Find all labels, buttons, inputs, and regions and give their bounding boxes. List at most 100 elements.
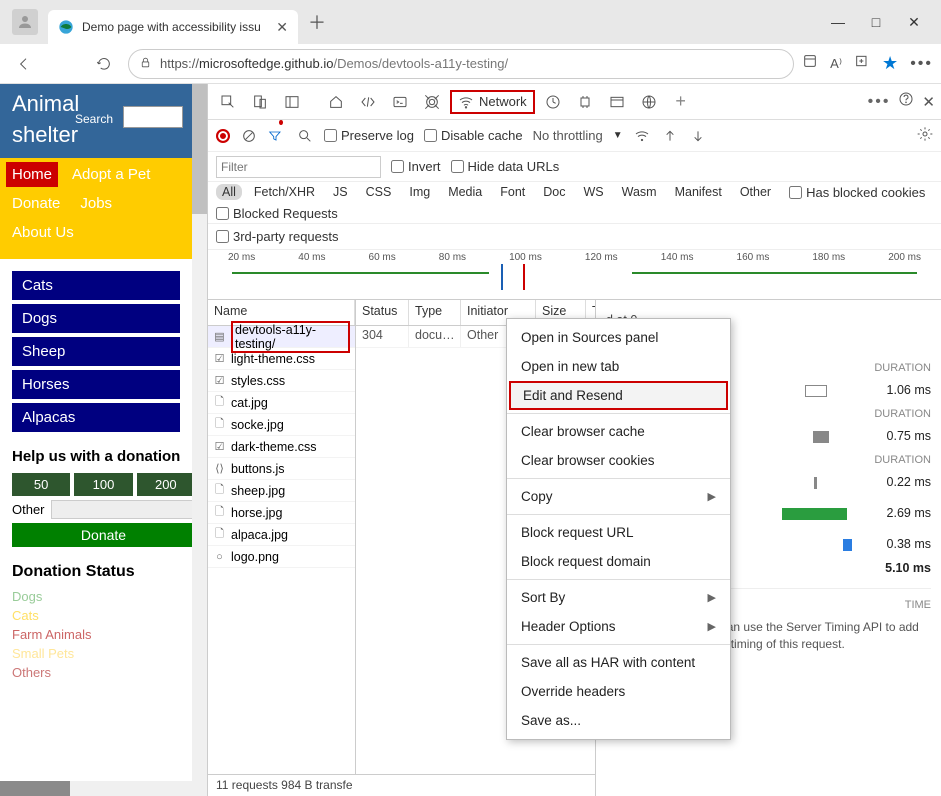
ctx-save-har[interactable]: Save all as HAR with content [507,648,730,677]
search-input[interactable] [123,106,183,128]
throttling-select[interactable]: No throttling [533,128,603,143]
type-js[interactable]: JS [327,184,354,200]
memory-tab-icon[interactable] [571,88,599,116]
nav-donate[interactable]: Donate [6,191,66,216]
clear-icon[interactable] [240,128,258,144]
ctx-header-options[interactable]: Header Options▶ [507,612,730,641]
close-icon[interactable]: ✕ [907,15,921,29]
network-timeline-overview[interactable]: 20 ms 40 ms 60 ms 80 ms 100 ms 120 ms 14… [208,250,941,300]
security-tab-icon[interactable] [635,88,663,116]
help-icon[interactable] [898,91,914,112]
side-horses[interactable]: Horses [12,370,180,399]
ctx-open-tab[interactable]: Open in new tab [507,352,730,381]
ctx-override-headers[interactable]: Override headers [507,677,730,706]
ctx-copy[interactable]: Copy▶ [507,482,730,511]
type-ws[interactable]: WS [577,184,609,200]
network-tab[interactable]: Network [450,90,535,114]
type-img[interactable]: Img [403,184,436,200]
blocked-cookies-checkbox[interactable]: Has blocked cookies [789,185,925,200]
amount-200[interactable]: 200 [137,473,195,496]
inspect-icon[interactable] [214,88,242,116]
ctx-save-as[interactable]: Save as... [507,706,730,735]
filter-input[interactable] [216,156,381,178]
export-icon[interactable] [689,128,707,144]
record-button[interactable] [216,129,230,143]
tab-close-icon[interactable]: ✕ [276,19,288,36]
more-tabs-icon[interactable]: + [667,88,695,116]
more-icon[interactable]: ••• [910,55,933,73]
elements-tab-icon[interactable] [354,88,382,116]
performance-tab-icon[interactable] [539,88,567,116]
read-aloud-icon[interactable]: A⁾ [830,56,842,72]
side-dogs[interactable]: Dogs [12,304,180,333]
devtools-close-icon[interactable]: ✕ [922,93,935,111]
invert-checkbox[interactable]: Invert [391,159,441,174]
network-conditions-icon[interactable] [633,128,651,144]
request-row[interactable]: 🗋cat.jpg [208,392,355,414]
minimize-icon[interactable]: — [831,15,845,29]
request-row[interactable]: ○logo.png [208,546,355,568]
request-row[interactable]: 🗋horse.jpg [208,502,355,524]
ctx-clear-cookies[interactable]: Clear browser cookies [507,446,730,475]
nav-jobs[interactable]: Jobs [74,191,118,216]
disable-cache-checkbox[interactable]: Disable cache [424,128,523,143]
type-font[interactable]: Font [494,184,531,200]
side-sheep[interactable]: Sheep [12,337,180,366]
filter-toggle-icon[interactable] [268,128,286,144]
page-horizontal-scrollbar[interactable] [0,781,192,796]
request-row[interactable]: 🗋socke.jpg [208,414,355,436]
side-cats[interactable]: Cats [12,271,180,300]
ctx-open-sources[interactable]: Open in Sources panel [507,323,730,352]
type-css[interactable]: CSS [360,184,398,200]
devtools-more-icon[interactable]: ••• [868,93,891,111]
col-type[interactable]: Type [409,300,461,325]
preserve-log-checkbox[interactable]: Preserve log [324,128,414,143]
new-tab-button[interactable]: ＋ [308,9,326,35]
dock-icon[interactable] [278,88,306,116]
sources-tab-icon[interactable] [418,88,446,116]
other-amount-input[interactable] [51,500,207,519]
import-icon[interactable] [661,128,679,144]
favorite-star-icon[interactable]: ★ [882,53,898,74]
throttling-caret-icon[interactable]: ▼ [613,130,623,141]
ctx-edit-resend[interactable]: Edit and Resend [509,381,728,410]
hide-data-urls-checkbox[interactable]: Hide data URLs [451,159,560,174]
donate-button[interactable]: Donate [12,523,195,547]
type-fetch[interactable]: Fetch/XHR [248,184,321,200]
application-tab-icon[interactable] [603,88,631,116]
type-wasm[interactable]: Wasm [616,184,663,200]
amount-100[interactable]: 100 [74,473,132,496]
browser-tab[interactable]: Demo page with accessibility issu ✕ [48,10,298,44]
request-row[interactable]: ▤ devtools-a11y-testing/ [208,326,355,348]
type-manifest[interactable]: Manifest [669,184,728,200]
profile-avatar[interactable] [12,9,38,35]
page-vertical-scrollbar[interactable] [192,84,207,796]
url-field[interactable]: https://microsoftedge.github.io/Demos/de… [128,49,794,79]
back-button[interactable] [8,48,40,80]
third-party-checkbox[interactable]: 3rd-party requests [216,229,339,244]
request-row[interactable]: 🗋alpaca.jpg [208,524,355,546]
request-row[interactable]: ☑styles.css [208,370,355,392]
refresh-button[interactable] [88,48,120,80]
type-media[interactable]: Media [442,184,488,200]
nav-home[interactable]: Home [6,162,58,187]
col-status[interactable]: Status [356,300,409,325]
ctx-clear-cache[interactable]: Clear browser cache [507,417,730,446]
app-icon[interactable] [802,53,818,74]
network-settings-icon[interactable] [917,126,933,145]
maximize-icon[interactable]: □ [869,15,883,29]
ctx-block-domain[interactable]: Block request domain [507,547,730,576]
amount-50[interactable]: 50 [12,473,70,496]
side-alpacas[interactable]: Alpacas [12,403,180,432]
type-doc[interactable]: Doc [537,184,571,200]
request-row[interactable]: 🗋sheep.jpg [208,480,355,502]
console-tab-icon[interactable] [386,88,414,116]
welcome-tab-icon[interactable] [322,88,350,116]
type-all[interactable]: All [216,184,242,200]
device-icon[interactable] [246,88,274,116]
type-other[interactable]: Other [734,184,777,200]
search-icon[interactable] [296,128,314,144]
request-row[interactable]: ☑dark-theme.css [208,436,355,458]
nav-adopt[interactable]: Adopt a Pet [66,162,156,187]
request-row[interactable]: ⟨⟩buttons.js [208,458,355,480]
